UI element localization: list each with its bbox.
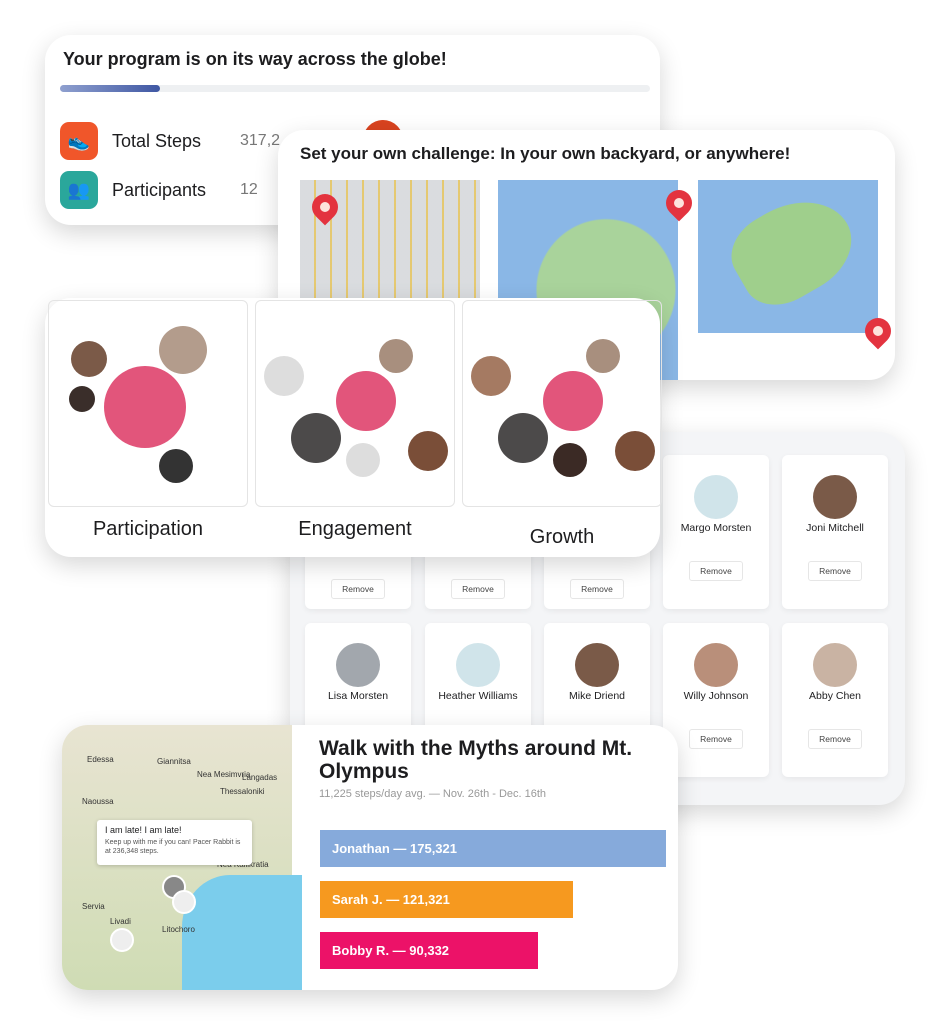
remove-button[interactable]: Remove — [331, 579, 385, 599]
avatar — [71, 341, 107, 377]
stat-value: 12 — [240, 181, 258, 198]
leaderboard-bar: Jonathan — 175,321 — [320, 830, 666, 867]
avatar — [813, 475, 857, 519]
shoe-icon: 👟 — [60, 122, 98, 160]
avatar — [471, 356, 511, 396]
route-map[interactable]: Edessa Giannitsa Nea Mesimvria Langadas Naou… — [62, 725, 302, 990]
participant-name: Lisa Morsten — [327, 690, 389, 702]
remove-button[interactable]: Remove — [808, 729, 862, 749]
panel-engagement — [255, 300, 455, 507]
panel-label: Engagement — [298, 518, 412, 540]
remove-button[interactable]: Remove — [689, 729, 743, 749]
avatar — [291, 413, 341, 463]
participant-name: Margo Morsten — [680, 522, 752, 534]
participant-card: Willy Johnson Remove — [663, 623, 769, 777]
avatar — [456, 643, 500, 687]
avatar — [586, 339, 620, 373]
progress-fill — [60, 85, 161, 92]
map-town-label: Servia — [82, 902, 105, 911]
map-town-label: Langadas — [242, 773, 278, 782]
avatar — [379, 339, 413, 373]
map-pin-icon — [859, 312, 897, 350]
panel-label: Growth — [529, 526, 595, 548]
avatar — [346, 443, 380, 477]
progress-bar — [60, 85, 650, 92]
participant-card: Abby Chen Remove — [782, 623, 888, 777]
participant-name: Heather Williams — [438, 690, 518, 702]
panel-label: Participation — [92, 518, 204, 540]
people-icon: 👥 — [60, 171, 98, 209]
growth-card: Participation Engagement Growth — [45, 298, 662, 557]
island-shape — [718, 181, 868, 319]
avatar — [159, 449, 193, 483]
avatar — [694, 643, 738, 687]
map-town-label: Giannitsa — [157, 757, 191, 766]
challenge-title: Walk with the Myths around Mt. Olympus — [319, 737, 633, 783]
participant-name: Abby Chen — [809, 690, 861, 702]
stat-label: Total Steps — [112, 130, 202, 151]
map-town-label: Thessaloniki — [220, 787, 265, 796]
stat-participants: 👥 Participants 12 — [60, 171, 258, 209]
remove-button[interactable]: Remove — [570, 579, 624, 599]
avatar — [264, 356, 304, 396]
avatar — [553, 443, 587, 477]
user-marker-icon[interactable] — [110, 928, 134, 952]
panel-growth — [462, 300, 662, 507]
participant-card: Joni Mitchell Remove — [782, 455, 888, 609]
tooltip-title: I am late! I am late! — [105, 825, 182, 835]
user-marker-icon[interactable] — [172, 890, 196, 914]
sea-area — [182, 875, 302, 990]
remove-button[interactable]: Remove — [451, 579, 505, 599]
map-pin-icon — [660, 184, 698, 222]
challenge-card: Edessa Giannitsa Nea Mesimvria Langadas Naou… — [62, 725, 678, 990]
avatar — [543, 371, 603, 431]
stat-total-steps: 👟 Total Steps 317,2 — [60, 122, 280, 160]
avatar — [408, 431, 448, 471]
map-town-label: Litochoro — [162, 925, 195, 934]
map-town-label: Livadi — [110, 917, 131, 926]
participant-card: Margo Morsten Remove — [663, 455, 769, 609]
avatar — [159, 326, 207, 374]
remove-button[interactable]: Remove — [689, 561, 743, 581]
participant-name: Joni Mitchell — [806, 522, 864, 534]
avatar — [813, 643, 857, 687]
avatar — [69, 386, 95, 412]
map-town-label: Edessa — [87, 755, 114, 764]
map-pin-icon — [306, 188, 344, 226]
remove-button[interactable]: Remove — [808, 561, 862, 581]
avatar — [336, 371, 396, 431]
tooltip-text: Keep up with me if you can! Pacer Rabbit… — [105, 839, 241, 855]
leaderboard-bar: Sarah J. — 121,321 — [320, 881, 573, 918]
avatar — [615, 431, 655, 471]
progress-title: Your program is on its way across the gl… — [63, 49, 447, 69]
challenge-subtitle: 11,225 steps/day avg. — Nov. 26th - Dec.… — [319, 788, 547, 800]
avatar — [575, 643, 619, 687]
avatar — [498, 413, 548, 463]
new-zealand-map[interactable] — [698, 180, 897, 350]
participant-name: Willy Johnson — [683, 690, 749, 702]
participant-name: Mike Driend — [568, 690, 626, 702]
avatar — [336, 643, 380, 687]
panel-participation — [48, 300, 248, 507]
stat-value: 317,2 — [240, 132, 281, 149]
leaderboard-bar: Bobby R. — 90,332 — [320, 932, 538, 969]
avatar — [104, 366, 186, 448]
maps-title: Set your own challenge: In your own back… — [300, 144, 791, 163]
stat-label: Participants — [112, 179, 207, 200]
map-town-label: Naoussa — [82, 797, 114, 806]
avatar — [694, 475, 738, 519]
pacer-tooltip: I am late! I am late! Keep up with me if… — [97, 820, 252, 865]
